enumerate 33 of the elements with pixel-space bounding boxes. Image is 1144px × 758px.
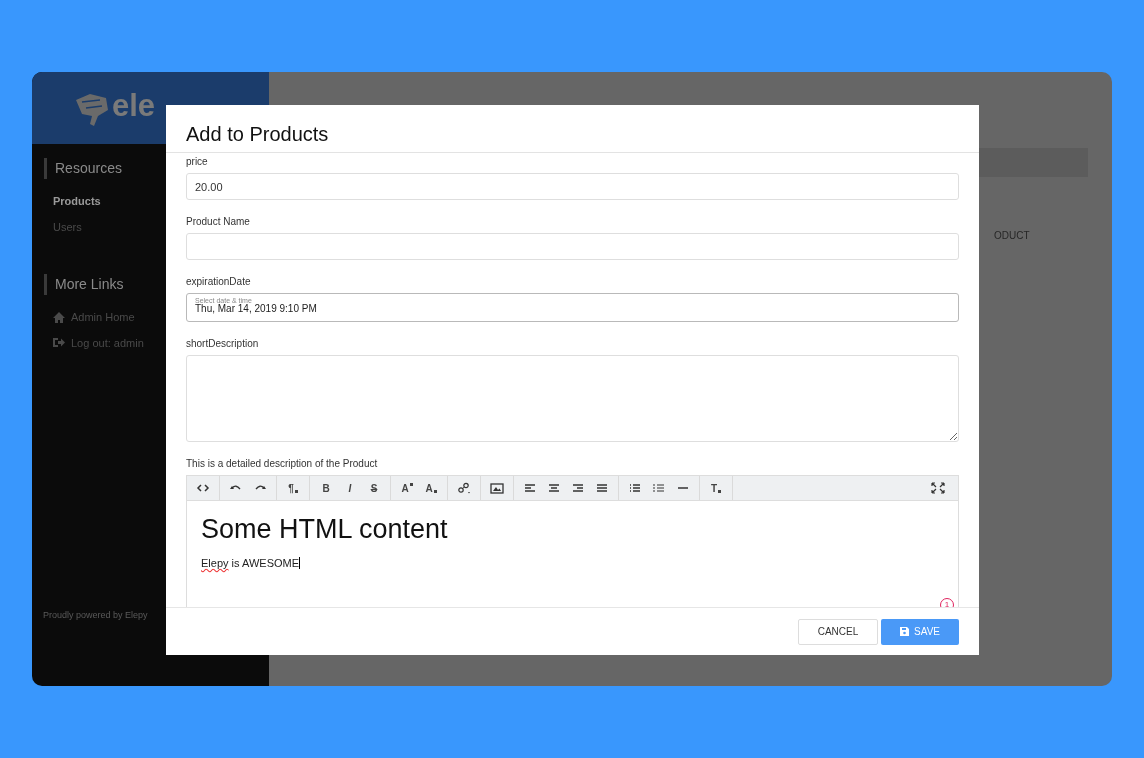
fullscreen-icon bbox=[931, 482, 945, 494]
paragraph-button[interactable]: ¶ bbox=[281, 476, 305, 500]
editor-paragraph: Elepy is AWESOME bbox=[201, 556, 302, 572]
field-label: shortDescription bbox=[186, 337, 260, 351]
bullet-list-icon bbox=[628, 482, 642, 494]
logout-icon bbox=[53, 337, 65, 349]
input-field[interactable]: 20.00 bbox=[186, 173, 959, 200]
italic-button[interactable]: I bbox=[338, 476, 362, 500]
field-label: This is a detailed description of the Product bbox=[186, 457, 379, 471]
clear-format-button[interactable]: T bbox=[704, 476, 728, 500]
image-icon bbox=[490, 482, 504, 494]
editor-heading: Some HTML content bbox=[201, 513, 449, 546]
link-icon bbox=[457, 482, 471, 494]
field-label: expirationDate bbox=[186, 275, 252, 289]
field-label: price bbox=[186, 155, 209, 169]
superscript-button[interactable]: A bbox=[395, 476, 419, 500]
home-icon bbox=[53, 311, 65, 323]
logo-text: ele bbox=[112, 89, 156, 121]
column-header: ODUCT bbox=[994, 229, 1031, 243]
align-right-icon bbox=[571, 482, 585, 494]
numbered-list-icon bbox=[652, 482, 666, 494]
bold-button[interactable]: B bbox=[314, 476, 338, 500]
justify-icon bbox=[595, 482, 609, 494]
align-left-icon bbox=[523, 482, 537, 494]
align-center-icon bbox=[547, 482, 561, 494]
footer-text: Proudly powered by Elepy bbox=[43, 609, 148, 620]
code-view-icon bbox=[196, 482, 210, 494]
strikethrough-button[interactable]: S bbox=[362, 476, 386, 500]
modal-title: Add to Products bbox=[166, 105, 979, 153]
subscript-button[interactable]: A bbox=[419, 476, 443, 500]
input-field[interactable] bbox=[186, 233, 959, 260]
field-label: Product Name bbox=[186, 215, 251, 229]
cancel-button[interactable]: CANCEL bbox=[798, 618, 878, 645]
